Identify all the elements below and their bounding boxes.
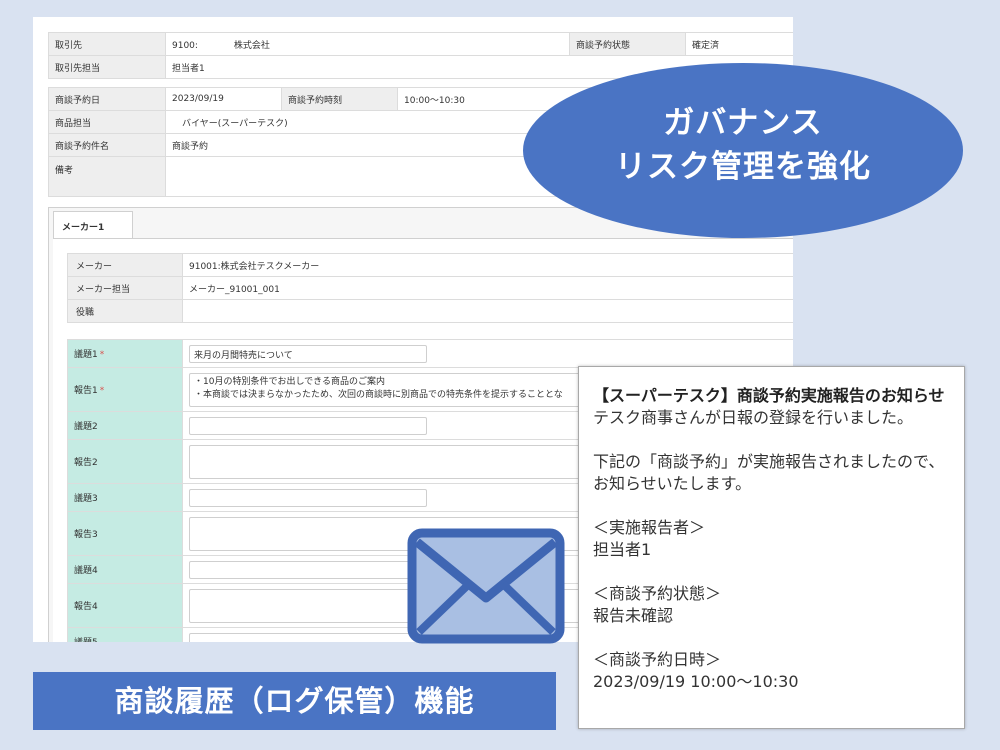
required-mark: * (99, 350, 105, 360)
maker-row: メーカー 91001:株式会社テスクメーカー (67, 253, 793, 277)
maker-label: メーカー (67, 253, 183, 277)
topic-row: 議題1 * 来月の月間特売について (67, 339, 793, 368)
email-line-1: テスク商事さんが日報の登録を行いました。 (593, 408, 914, 427)
reservation-subject-label: 商談予約件名 (48, 133, 166, 157)
report-2-label: 報告2 (67, 439, 183, 484)
client-label: 取引先 (48, 32, 166, 56)
email-subject: 【スーパーテスク】商談予約実施報告のお知らせ (593, 386, 945, 405)
topic-5-input[interactable] (189, 632, 427, 642)
product-manager-label: 商品担当 (48, 110, 166, 134)
remarks-label: 備考 (48, 156, 166, 197)
maker-contact-label: メーカー担当 (67, 276, 183, 300)
status-value: 報告未確認 (593, 606, 674, 625)
notification-email: 【スーパーテスク】商談予約実施報告のお知らせ テスク商事さんが日報の登録を行いま… (578, 366, 965, 729)
maker-info-table: メーカー 91001:株式会社テスクメーカー メーカー担当 メーカー_91001… (67, 253, 793, 323)
status-heading: ＜商談予約状態＞ (593, 584, 722, 603)
client-value: 9100: 株式会社 (165, 32, 570, 56)
callout-line-2: リスク管理を強化 (615, 149, 871, 185)
datetime-value: 2023/09/19 10:00〜10:30 (593, 672, 799, 691)
maker-contact-value: メーカー_91001_001 (182, 276, 793, 300)
maker-value: 91001:株式会社テスクメーカー (182, 253, 793, 277)
topic-2-label: 議題2 (67, 411, 183, 440)
reporter-heading: ＜実施報告者＞ (593, 518, 706, 537)
maker-contact-row: メーカー担当 メーカー_91001_001 (67, 276, 793, 300)
report-1-label: 報告1 * (67, 367, 183, 412)
topic-1-label: 議題1 * (67, 339, 183, 368)
position-row: 役職 (67, 299, 793, 323)
position-label: 役職 (67, 299, 183, 323)
topic-5-label: 議題5 (67, 627, 183, 642)
datetime-heading: ＜商談予約日時＞ (593, 650, 722, 669)
topic-4-input[interactable] (189, 560, 427, 579)
topic-3-input[interactable] (189, 488, 427, 507)
reservation-date-label: 商談予約日 (48, 87, 166, 111)
email-line-3: お知らせいたします。 (593, 474, 752, 493)
client-contact-label: 取引先担当 (48, 55, 166, 79)
reservation-status-label: 商談予約状態 (569, 32, 686, 56)
report-3-label: 報告3 (67, 511, 183, 556)
reservation-date-value: 2023/09/19 (165, 87, 282, 111)
position-value (182, 299, 793, 323)
report-4-label: 報告4 (67, 583, 183, 628)
reservation-time-label: 商談予約時刻 (281, 87, 398, 111)
callout-line-1: ガバナンス (663, 105, 823, 141)
tab-maker-1[interactable]: メーカー1 (53, 211, 133, 238)
reporter-value: 担当者1 (593, 540, 652, 559)
client-row: 取引先 9100: 株式会社 商談予約状態 確定済 (48, 32, 793, 56)
email-line-2: 下記の「商談予約」が実施報告されましたので、 (593, 452, 945, 471)
topic-4-label: 議題4 (67, 555, 183, 584)
reservation-status-value: 確定済 (685, 32, 793, 56)
topic-3-label: 議題3 (67, 483, 183, 512)
governance-callout: ガバナンス リスク管理を強化 (523, 63, 963, 238)
required-mark: * (99, 386, 105, 396)
envelope-icon (407, 528, 565, 644)
topic-2-input[interactable] (189, 416, 427, 435)
feature-banner: 商談履歴（ログ保管）機能 (33, 672, 556, 730)
topic-1-input[interactable]: 来月の月間特売について (189, 344, 427, 363)
